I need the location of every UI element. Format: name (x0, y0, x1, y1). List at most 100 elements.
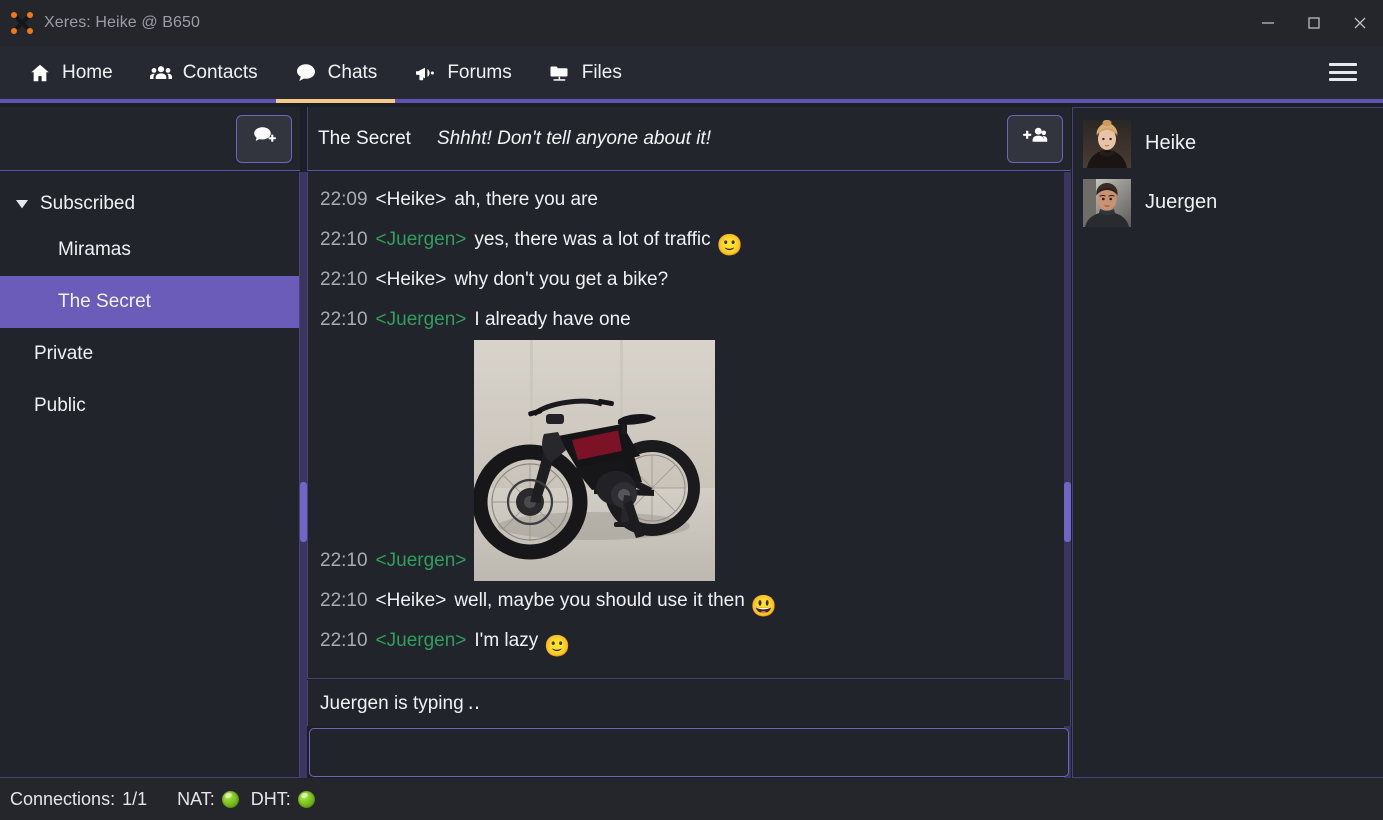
folder-network-icon (548, 61, 572, 85)
chat-panel: The Secret Shhht! Don't tell anyone abou… (307, 107, 1071, 778)
status-bar: Connections: 1/1 NAT: DHT: (0, 778, 1383, 820)
title-bar: Xeres: Heike @ B650 (0, 0, 1383, 46)
nat-status-led (221, 790, 239, 808)
message-author: <Juergen> (375, 550, 467, 571)
message-author: <Heike> (375, 590, 447, 611)
member-name: Juergen (1145, 191, 1218, 213)
message-row: 22:10 <Heike> why don't you get a bike? (320, 260, 1070, 300)
hamburger-menu-icon[interactable] (1329, 60, 1357, 84)
grinning-face-emoji: 😃 (750, 595, 777, 618)
message-row: 22:10 <Juergen> (320, 340, 1070, 581)
new-chat-button[interactable] (236, 114, 292, 163)
chat-room-item-miramas[interactable]: Miramas (0, 224, 299, 276)
message-author: <Juergen> (375, 309, 467, 330)
message-text: well, maybe you should use it then (454, 590, 745, 611)
typing-indicator-label: Juergen is typing ‥ (320, 692, 481, 714)
message-author: <Juergen> (375, 630, 467, 651)
sidebar-scrollbar[interactable] (300, 172, 307, 778)
message-timestamp: 22:10 (320, 550, 368, 571)
xeres-x-icon (10, 11, 34, 35)
status-connections-label: Connections: (10, 788, 116, 809)
chat-room-item-miramas-label: Miramas (58, 239, 131, 260)
nav-item-contacts[interactable]: Contacts (131, 46, 276, 99)
message-timestamp: 22:10 (320, 590, 368, 611)
avatar-heike (1083, 119, 1131, 168)
nav-item-chats[interactable]: Chats (275, 46, 396, 103)
slightly-smiling-face-emoji: 🙂 (544, 635, 571, 658)
contacts-icon (149, 61, 173, 85)
chat-room-item-the-secret-label: The Secret (58, 291, 151, 312)
message-timestamp: 22:09 (320, 189, 368, 210)
nav-item-forums[interactable]: Forums (395, 46, 529, 99)
chat-room-group-public[interactable]: Public (0, 380, 299, 432)
tree-group-subscribed-label: Subscribed (40, 193, 136, 214)
status-dht-label: DHT: (250, 788, 291, 809)
message-text: yes, there was a lot of traffic (474, 229, 711, 250)
status-dht: DHT: (251, 789, 315, 810)
chat-sidebar: Subscribed Miramas The Secret Private Pu… (0, 107, 307, 778)
message-text: why don't you get a bike? (454, 269, 669, 290)
message-image-bike[interactable] (474, 340, 716, 581)
new-chat-bubble-plus-icon (251, 123, 277, 154)
invite-member-button[interactable] (1007, 114, 1063, 163)
status-connections-value: 1/1 (122, 788, 148, 809)
message-author: <Juergen> (375, 229, 467, 250)
status-connections: Connections: 1/1 (10, 789, 147, 810)
message-author: <Heike> (375, 269, 447, 290)
message-row: 22:10 <Heike> well, maybe you should use… (320, 581, 1070, 621)
message-list-scrollbar-thumb[interactable] (1064, 482, 1071, 542)
message-row: 22:10 <Juergen> I'm lazy 🙂 (320, 621, 1070, 661)
chat-room-title: The Secret (318, 127, 411, 149)
megaphone-icon (413, 61, 437, 85)
message-text: ah, there you are (454, 189, 598, 210)
main-navigation: Home Contacts Chats Forums Files (0, 46, 1383, 103)
message-row: 22:09 <Heike> ah, there you are (320, 180, 1070, 220)
nav-item-contacts-label: Contacts (182, 61, 258, 83)
typing-indicator: Juergen is typing ‥ (307, 680, 1071, 726)
sidebar-toolbar (0, 107, 300, 171)
message-row: 22:10 <Juergen> I already have one (320, 300, 1070, 340)
member-name: Heike (1145, 132, 1197, 154)
message-timestamp: 22:10 (320, 630, 368, 651)
avatar-juergen (1083, 178, 1131, 227)
slightly-smiling-face-emoji: 🙂 (716, 234, 743, 257)
nav-item-forums-label: Forums (447, 61, 512, 83)
chat-room-group-private-label: Private (34, 343, 94, 364)
chat-room-group-private[interactable]: Private (0, 328, 299, 380)
nav-item-files[interactable]: Files (530, 46, 640, 99)
member-list: Heike Juergen (1072, 107, 1383, 778)
chat-room-topic: Shhht! Don't tell anyone about it! (436, 127, 711, 149)
member-list-item[interactable]: Heike (1083, 114, 1383, 173)
nav-item-home-label: Home (62, 61, 113, 83)
window-controls (1245, 0, 1383, 46)
status-nat: NAT: (177, 789, 239, 810)
message-row: 22:10 <Juergen> yes, there was a lot of … (320, 220, 1070, 260)
nav-item-home[interactable]: Home (10, 46, 131, 99)
message-text: I already have one (474, 309, 631, 330)
nav-item-files-label: Files (581, 61, 622, 83)
chevron-down-icon[interactable] (14, 196, 30, 212)
main-content: Subscribed Miramas The Secret Private Pu… (0, 107, 1383, 778)
message-composer[interactable] (309, 728, 1069, 777)
message-timestamp: 22:10 (320, 309, 368, 330)
window-title: Xeres: Heike @ B650 (44, 14, 200, 31)
sidebar-scrollbar-thumb[interactable] (300, 482, 307, 542)
chat-room-item-the-secret[interactable]: The Secret (0, 276, 299, 328)
tree-group-subscribed[interactable]: Subscribed (0, 184, 299, 224)
message-timestamp: 22:10 (320, 229, 368, 250)
chat-header: The Secret Shhht! Don't tell anyone abou… (307, 107, 1071, 171)
status-nat-label: NAT: (177, 788, 215, 809)
add-person-icon (1022, 123, 1048, 154)
message-text: I'm lazy (474, 630, 539, 651)
member-list-item[interactable]: Juergen (1083, 173, 1383, 232)
message-timestamp: 22:10 (320, 269, 368, 290)
chat-room-tree: Subscribed Miramas The Secret Private Pu… (0, 172, 300, 778)
minimize-icon[interactable] (1245, 0, 1291, 46)
close-icon[interactable] (1337, 0, 1383, 46)
message-list[interactable]: 22:09 <Heike> ah, there you are 22:10 <J… (307, 172, 1071, 679)
dht-status-led (297, 790, 315, 808)
home-icon (28, 61, 52, 85)
nav-item-chats-label: Chats (327, 61, 378, 83)
maximize-icon[interactable] (1291, 0, 1337, 46)
chat-room-group-public-label: Public (34, 395, 86, 416)
